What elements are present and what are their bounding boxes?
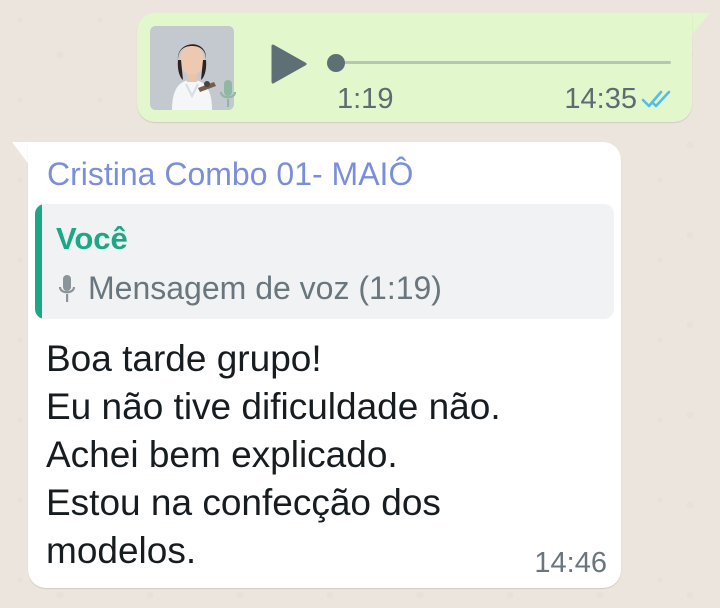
voice-duration: 1:19 [337,83,394,115]
message-text: Boa tarde grupo! Eu não tive dificuldade… [46,335,501,575]
playback-slider-handle[interactable] [327,54,345,72]
quote-accent-bar [35,204,42,319]
message-line: Estou na confecção dos [46,482,441,523]
message-line: Boa tarde grupo! [46,338,322,379]
mic-icon [58,275,76,302]
message-line: modelos. [46,530,197,571]
quote-text: Mensagem de voz (1:19) [88,270,442,306]
play-icon[interactable] [271,44,307,84]
outgoing-voice-message[interactable]: 1:19 14:35 [137,13,692,122]
message-line: Achei bem explicado. [46,434,398,475]
sender-name[interactable]: Cristina Combo 01- MAIÔ [47,156,413,193]
incoming-message[interactable]: Cristina Combo 01- MAIÔ Você Mensagem de… [28,142,621,588]
double-check-icon [641,90,671,108]
message-timestamp: 14:35 [564,83,637,115]
outgoing-bubble-tail [690,13,710,37]
message-timestamp: 14:46 [534,547,607,579]
playback-track[interactable] [333,61,671,64]
quote-author: Você [56,221,128,256]
message-line: Eu não tive dificuldade não. [46,386,501,427]
mic-icon [219,80,237,107]
quoted-message[interactable]: Você Mensagem de voz (1:19) [35,204,614,319]
